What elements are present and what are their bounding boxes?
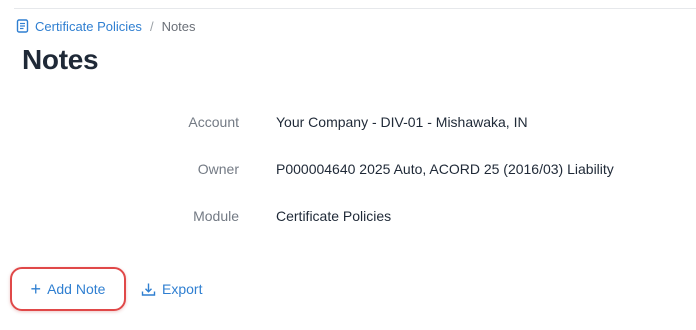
- document-icon: [16, 19, 29, 33]
- detail-label: Account: [188, 114, 239, 130]
- page-title: Notes: [22, 44, 99, 75]
- export-label: Export: [162, 281, 203, 297]
- detail-label: Module: [193, 208, 239, 224]
- breadcrumb-current: Notes: [161, 18, 196, 34]
- notes-page: Certificate Policies / Notes Notes Accou…: [0, 0, 696, 330]
- detail-row-account: Account Your Company - DIV-01 - Mishawak…: [0, 110, 696, 157]
- details-list: Account Your Company - DIV-01 - Mishawak…: [0, 110, 696, 251]
- detail-label: Owner: [197, 161, 239, 177]
- add-note-button[interactable]: + Add Note: [10, 267, 126, 311]
- top-divider: [14, 8, 696, 9]
- plus-icon: +: [30, 279, 42, 299]
- detail-value: P000004640 2025 Auto, ACORD 25 (2016/03)…: [276, 161, 614, 177]
- download-icon: [141, 282, 156, 297]
- detail-value: Your Company - DIV-01 - Mishawaka, IN: [276, 114, 528, 130]
- breadcrumb: Certificate Policies / Notes: [16, 16, 196, 36]
- detail-row-module: Module Certificate Policies: [0, 204, 696, 251]
- detail-row-owner: Owner P000004640 2025 Auto, ACORD 25 (20…: [0, 157, 696, 204]
- breadcrumb-link-certificate-policies[interactable]: Certificate Policies: [35, 19, 142, 34]
- breadcrumb-separator: /: [149, 18, 154, 34]
- detail-value: Certificate Policies: [276, 208, 392, 224]
- actions-toolbar: + Add Note Export: [10, 264, 202, 314]
- add-note-label: Add Note: [47, 281, 106, 297]
- export-button[interactable]: Export: [141, 281, 202, 297]
